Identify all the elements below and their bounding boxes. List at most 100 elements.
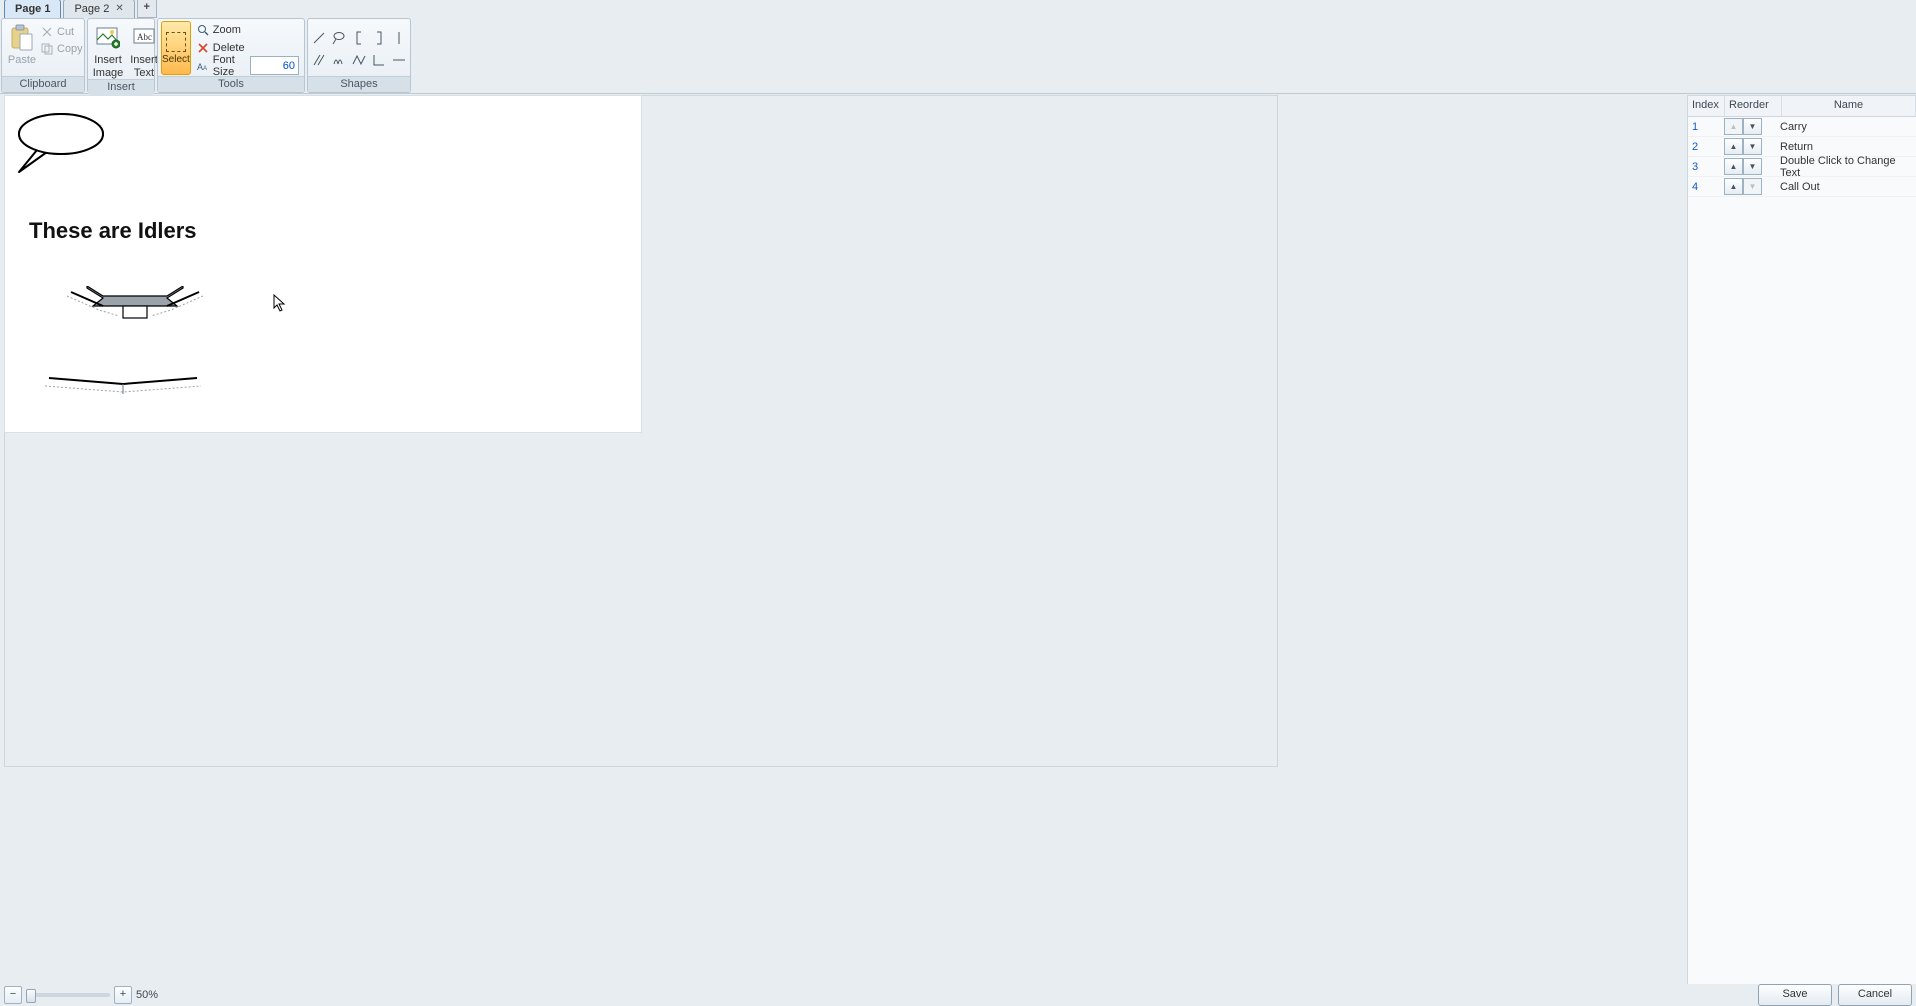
zoom-out-button[interactable]: − bbox=[4, 986, 22, 1004]
paste-button[interactable]: Paste bbox=[5, 21, 39, 66]
tab-page-2[interactable]: Page 2 ✕ bbox=[63, 0, 134, 18]
delete-label: Delete bbox=[213, 42, 245, 54]
zoom-slider[interactable] bbox=[26, 993, 110, 997]
zoom-icon bbox=[197, 24, 209, 36]
object-name[interactable]: Carry bbox=[1774, 121, 1916, 133]
close-icon[interactable]: ✕ bbox=[115, 0, 123, 18]
group-insert: Insert Image Abc Insert Text Insert bbox=[87, 18, 155, 93]
svg-text:A: A bbox=[203, 66, 207, 72]
object-row[interactable]: 1▲▼Carry bbox=[1688, 117, 1916, 137]
tab-label: Page 2 bbox=[74, 0, 109, 18]
heading-text[interactable]: These are Idlers bbox=[29, 218, 197, 244]
group-label: Clipboard bbox=[2, 76, 84, 92]
zoom-label: Zoom bbox=[213, 24, 241, 36]
select-label: Select bbox=[162, 54, 190, 65]
reorder-controls: ▲▼ bbox=[1724, 138, 1774, 155]
delete-tool-button[interactable]: Delete bbox=[195, 39, 301, 56]
page-tabstrip: Page 1 Page 2 ✕ + bbox=[0, 0, 1916, 18]
zoom-bar: − + 50% bbox=[4, 986, 158, 1004]
reorder-down-button[interactable]: ▼ bbox=[1743, 118, 1762, 135]
reorder-controls: ▲▼ bbox=[1724, 158, 1774, 175]
save-button[interactable]: Save bbox=[1758, 984, 1832, 1006]
reorder-controls: ▲▼ bbox=[1724, 178, 1774, 195]
insert-text-label-2: Text bbox=[134, 67, 154, 79]
object-index: 4 bbox=[1688, 181, 1724, 193]
insert-text-button[interactable]: Abc Insert Text bbox=[127, 21, 161, 79]
tab-label: Page 1 bbox=[15, 0, 50, 18]
paste-label: Paste bbox=[8, 54, 36, 66]
cut-icon bbox=[41, 26, 53, 38]
action-bar: Save Cancel bbox=[1758, 984, 1912, 1004]
ribbon: Paste Cut bbox=[0, 18, 1916, 94]
cut-button[interactable]: Cut bbox=[39, 23, 85, 40]
objects-panel: Index Reorder Name 1▲▼Carry2▲▼Return3▲▼D… bbox=[1687, 95, 1916, 984]
shape-callout[interactable] bbox=[13, 110, 109, 176]
shape-bracket-left-icon[interactable] bbox=[350, 28, 368, 48]
group-label: Tools bbox=[158, 76, 304, 92]
delete-icon bbox=[197, 42, 209, 54]
reorder-down-button: ▼ bbox=[1743, 178, 1762, 195]
insert-image-label-1: Insert bbox=[94, 54, 122, 66]
copy-button[interactable]: Copy bbox=[39, 40, 85, 57]
col-index[interactable]: Index bbox=[1688, 96, 1725, 116]
shape-return-idler[interactable] bbox=[43, 372, 203, 398]
group-label: Shapes bbox=[308, 76, 410, 92]
copy-icon bbox=[41, 43, 53, 55]
zoom-value: 50% bbox=[136, 989, 158, 1001]
group-label: Insert bbox=[88, 79, 154, 95]
canvas-area[interactable]: These are Idlers bbox=[4, 95, 1278, 767]
copy-label: Copy bbox=[57, 43, 83, 55]
shape-callout-icon[interactable] bbox=[330, 28, 348, 48]
insert-image-label-2: Image bbox=[93, 67, 124, 79]
add-page-button[interactable]: + bbox=[137, 0, 157, 18]
shape-bracket-right-icon[interactable] bbox=[370, 28, 388, 48]
object-row[interactable]: 4▲▼Call Out bbox=[1688, 177, 1916, 197]
object-name[interactable]: Return bbox=[1774, 141, 1916, 153]
paste-icon bbox=[7, 23, 37, 53]
reorder-up-button[interactable]: ▲ bbox=[1724, 158, 1743, 175]
svg-text:Abc: Abc bbox=[137, 32, 152, 42]
reorder-up-button: ▲ bbox=[1724, 118, 1743, 135]
font-size-input[interactable] bbox=[250, 56, 299, 75]
reorder-up-button[interactable]: ▲ bbox=[1724, 178, 1743, 195]
shape-zigzag-icon[interactable] bbox=[350, 50, 368, 70]
font-size-row: A A Font Size bbox=[195, 57, 301, 74]
shape-double-line-icon[interactable] bbox=[310, 50, 328, 70]
page-surface[interactable]: These are Idlers bbox=[5, 96, 641, 432]
shape-angle-icon[interactable] bbox=[370, 50, 388, 70]
col-name[interactable]: Name bbox=[1782, 96, 1916, 116]
cursor-icon bbox=[273, 294, 287, 312]
object-index: 2 bbox=[1688, 141, 1724, 153]
group-shapes: Shapes bbox=[307, 18, 411, 93]
insert-image-button[interactable]: Insert Image bbox=[91, 21, 125, 79]
select-marquee-icon bbox=[166, 32, 186, 52]
object-index: 1 bbox=[1688, 121, 1724, 133]
col-reorder[interactable]: Reorder bbox=[1725, 96, 1782, 116]
tab-page-1[interactable]: Page 1 bbox=[4, 0, 61, 18]
shape-line-horizontal-icon[interactable] bbox=[390, 50, 408, 70]
insert-text-label-1: Insert bbox=[130, 54, 158, 66]
group-tools: Select Zoom bbox=[157, 18, 305, 93]
reorder-down-button[interactable]: ▼ bbox=[1743, 138, 1762, 155]
font-size-icon: A A bbox=[197, 60, 209, 72]
object-name[interactable]: Call Out bbox=[1774, 181, 1916, 193]
objects-panel-header: Index Reorder Name bbox=[1688, 96, 1916, 117]
reorder-up-button[interactable]: ▲ bbox=[1724, 138, 1743, 155]
zoom-slider-thumb[interactable] bbox=[26, 989, 36, 1003]
shape-wave-icon[interactable] bbox=[330, 50, 348, 70]
shape-carry-idler[interactable] bbox=[65, 286, 205, 330]
shape-line-vertical-icon[interactable] bbox=[390, 28, 408, 48]
group-clipboard: Paste Cut bbox=[1, 18, 85, 93]
cut-label: Cut bbox=[57, 26, 74, 38]
object-row[interactable]: 3▲▼Double Click to Change Text bbox=[1688, 157, 1916, 177]
font-size-label: Font Size bbox=[213, 54, 246, 78]
zoom-in-button[interactable]: + bbox=[114, 986, 132, 1004]
zoom-tool-button[interactable]: Zoom bbox=[195, 21, 301, 38]
shape-line-diagonal[interactable] bbox=[310, 28, 328, 48]
object-name[interactable]: Double Click to Change Text bbox=[1774, 155, 1916, 179]
cancel-button[interactable]: Cancel bbox=[1838, 984, 1912, 1006]
select-tool-button[interactable]: Select bbox=[161, 21, 191, 75]
reorder-controls: ▲▼ bbox=[1724, 118, 1774, 135]
reorder-down-button[interactable]: ▼ bbox=[1743, 158, 1762, 175]
text-icon: Abc bbox=[129, 23, 159, 53]
